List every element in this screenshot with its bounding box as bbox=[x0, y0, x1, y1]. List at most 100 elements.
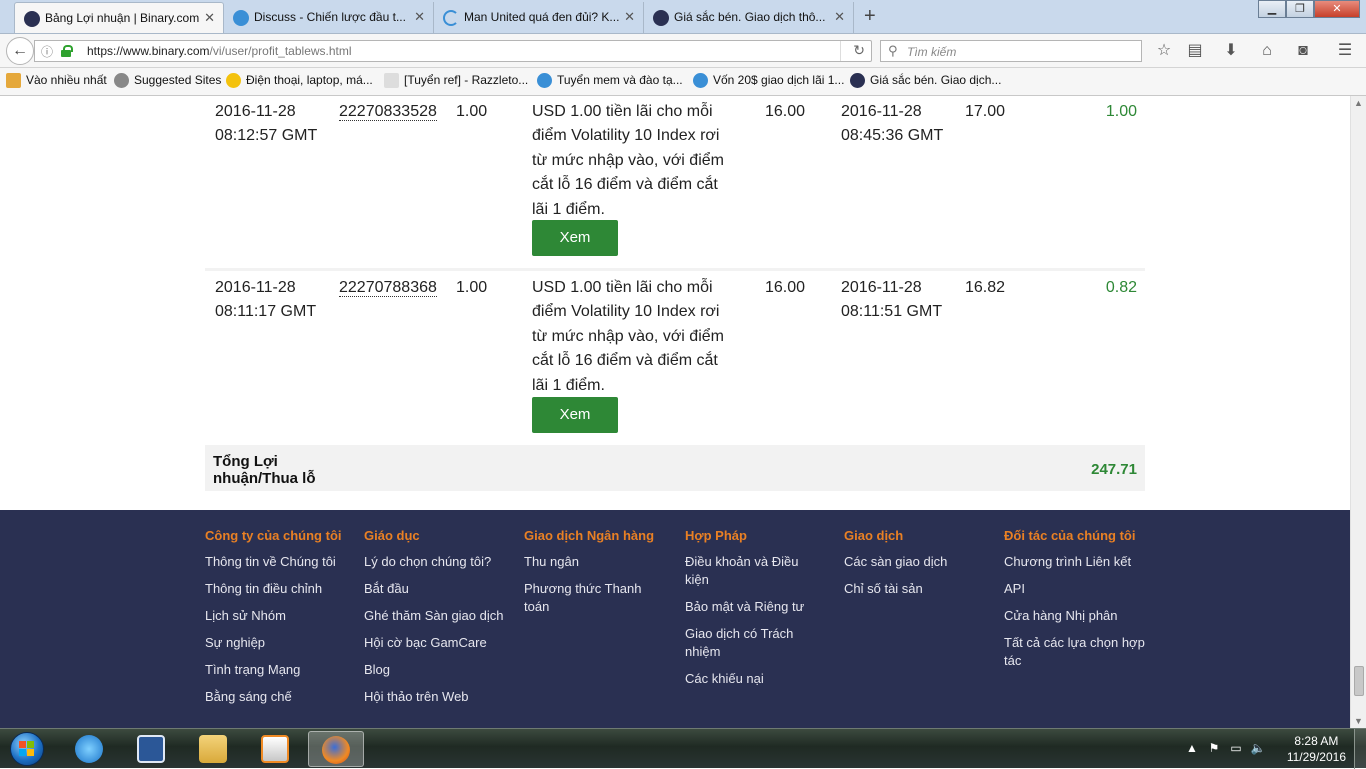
footer-link[interactable]: Lý do chọn chúng tôi? bbox=[364, 553, 514, 571]
close-window-button[interactable]: ✕ bbox=[1314, 0, 1360, 18]
lock-icon bbox=[61, 45, 73, 57]
minimize-button[interactable]: ▁ bbox=[1258, 0, 1286, 18]
info-icon[interactable]: ⓘ bbox=[41, 43, 53, 60]
close-icon[interactable]: ✕ bbox=[414, 2, 425, 32]
footer-link[interactable]: Thông tin điều chỉnh bbox=[205, 580, 355, 598]
view-button[interactable]: Xem bbox=[532, 397, 618, 433]
forum-favicon-icon bbox=[693, 73, 708, 88]
footer-column-company: Công ty của chúng tôi Thông tin về Chúng… bbox=[205, 528, 355, 715]
pocket-icon[interactable]: ◙ bbox=[1293, 41, 1313, 61]
explorer-folder-icon bbox=[199, 735, 227, 763]
taskbar-firefox[interactable] bbox=[308, 731, 364, 767]
total-label: Tổng Lợi nhuận/Thua lỗ bbox=[213, 453, 316, 487]
table-row: 2016-11-28 08:12:57 GMT 22270833528 1.00 … bbox=[205, 96, 1145, 266]
tab-gia-sac-ben[interactable]: Giá sắc bén. Giao dịch thô... ✕ bbox=[644, 2, 854, 33]
taskbar-explorer[interactable] bbox=[186, 731, 242, 767]
system-clock[interactable]: 8:28 AM 11/29/2016 bbox=[1287, 733, 1346, 765]
home-icon[interactable]: ⌂ bbox=[1257, 41, 1277, 61]
vertical-scrollbar[interactable]: ▲ ▼ bbox=[1350, 96, 1366, 728]
footer-link[interactable]: Ghé thăm Sàn giao dịch bbox=[364, 607, 514, 625]
taskbar-word[interactable] bbox=[124, 731, 180, 767]
contract-description: USD 1.00 tiền lãi cho mỗi điểm Volatilit… bbox=[532, 279, 724, 394]
scrollbar-thumb[interactable] bbox=[1354, 666, 1364, 696]
show-desktop-button[interactable] bbox=[1354, 729, 1366, 769]
start-button[interactable] bbox=[6, 731, 48, 767]
maximize-button[interactable]: ❐ bbox=[1286, 0, 1314, 18]
bookmark-gia-sac-ben[interactable]: Giá sắc bén. Giao dịch... bbox=[850, 73, 1001, 88]
footer-link[interactable]: Chương trình Liên kết bbox=[1004, 553, 1146, 571]
footer-column-partners: Đối tác của chúng tôi Chương trình Liên … bbox=[1004, 528, 1146, 679]
footer-link[interactable]: Tình trạng Mạng bbox=[205, 661, 355, 679]
footer-link[interactable]: Phương thức Thanh toán bbox=[524, 580, 654, 616]
scroll-down-icon[interactable]: ▼ bbox=[1354, 716, 1363, 726]
close-icon[interactable]: ✕ bbox=[834, 2, 845, 32]
tab-title: Man United quá đen đủi? K... bbox=[464, 10, 620, 24]
bookmark-star-icon[interactable]: ☆ bbox=[1154, 41, 1174, 61]
bookmarks-toolbar: Vào nhiều nhất Suggested Sites Điện thoạ… bbox=[0, 68, 1366, 96]
footer-column-education: Giáo dục Lý do chọn chúng tôi? Bắt đầu G… bbox=[364, 528, 514, 715]
bookmark-tuyen-ref[interactable]: [Tuyển ref] - Razzleto... bbox=[384, 73, 528, 88]
reading-list-icon[interactable]: ▤ bbox=[1185, 41, 1205, 61]
internet-explorer-icon bbox=[75, 735, 103, 763]
volume-muted-icon[interactable]: 🔈 bbox=[1250, 740, 1266, 756]
url-divider bbox=[840, 41, 841, 61]
footer-link[interactable]: Thu ngân bbox=[524, 553, 654, 571]
footer-link[interactable]: Bắt đầu bbox=[364, 580, 514, 598]
search-input[interactable]: ⚲ Tìm kiếm bbox=[880, 40, 1142, 62]
footer-column-banking: Giao dịch Ngân hàng Thu ngân Phương thức… bbox=[524, 528, 654, 625]
footer-link[interactable]: Hội thảo trên Web bbox=[364, 688, 514, 706]
footer-link[interactable]: API bbox=[1004, 580, 1146, 598]
footer-link[interactable]: Các khiếu nại bbox=[685, 670, 825, 688]
footer-link[interactable]: Giao dịch có Trách nhiệm bbox=[685, 625, 825, 661]
sale-date-cell: 2016-11-28 08:11:51 GMT bbox=[841, 279, 943, 321]
action-center-icon[interactable]: ⚑ bbox=[1206, 740, 1222, 756]
close-icon[interactable]: ✕ bbox=[204, 3, 215, 33]
scroll-up-icon[interactable]: ▲ bbox=[1354, 98, 1363, 108]
footer-link[interactable]: Chỉ số tài sản bbox=[844, 580, 994, 598]
footer-link[interactable]: Điều khoản và Điều kiện bbox=[685, 553, 825, 589]
taskbar-media-player[interactable] bbox=[248, 731, 304, 767]
binary-favicon-icon bbox=[24, 11, 40, 27]
page-content: 2016-11-28 08:12:57 GMT 22270833528 1.00 … bbox=[0, 96, 1350, 728]
taskbar-internet-explorer[interactable] bbox=[62, 731, 118, 767]
bookmark-suggested-sites[interactable]: Suggested Sites bbox=[114, 73, 221, 88]
bookmark-von-20[interactable]: Vốn 20$ giao dịch lãi 1... bbox=[693, 73, 844, 88]
footer-link[interactable]: Các sàn giao dịch bbox=[844, 553, 994, 571]
download-icon[interactable]: ⬇ bbox=[1221, 41, 1241, 61]
bookmark-tuyen-mem[interactable]: Tuyển mem và đào tạ... bbox=[537, 73, 683, 88]
loading-spinner-icon bbox=[443, 10, 459, 26]
ref-id-link[interactable]: 22270833528 bbox=[339, 100, 437, 124]
footer-link[interactable]: Sự nghiệp bbox=[205, 634, 355, 652]
footer-link[interactable]: Thông tin về Chúng tôi bbox=[205, 553, 355, 571]
footer-link[interactable]: Lịch sử Nhóm bbox=[205, 607, 355, 625]
total-value: 247.71 bbox=[1091, 461, 1137, 478]
bookmark-most-visited[interactable]: Vào nhiều nhất bbox=[6, 73, 107, 88]
barrier-price-cell: 16.00 bbox=[765, 103, 806, 120]
windows-taskbar: ▲ ⚑ ▭ 🔈 8:28 AM 11/29/2016 bbox=[0, 728, 1366, 769]
ref-id-link[interactable]: 22270788368 bbox=[339, 276, 437, 300]
footer-heading: Giao dịch bbox=[844, 528, 904, 543]
show-hidden-icons-icon[interactable]: ▲ bbox=[1184, 740, 1200, 756]
new-tab-button[interactable]: + bbox=[864, 4, 876, 28]
view-button[interactable]: Xem bbox=[532, 220, 618, 256]
network-icon[interactable]: ▭ bbox=[1228, 740, 1244, 756]
bookmark-dien-thoai[interactable]: Điện thoại, laptop, má... bbox=[226, 73, 373, 88]
tab-binary-profit-table[interactable]: Bảng Lợi nhuận | Binary.com ✕ bbox=[14, 2, 224, 33]
footer-link[interactable]: Blog bbox=[364, 661, 514, 679]
url-bar[interactable]: ⓘ https://www.binary.com/vi/user/profit_… bbox=[34, 40, 872, 62]
footer-link[interactable]: Tất cả các lựa chọn hợp tác bbox=[1004, 634, 1146, 670]
back-button[interactable]: ← bbox=[6, 37, 34, 65]
footer-link[interactable]: Bảo mật và Riêng tư bbox=[685, 598, 825, 616]
footer-link[interactable]: Cửa hàng Nhị phân bbox=[1004, 607, 1146, 625]
close-icon[interactable]: ✕ bbox=[624, 2, 635, 32]
menu-icon[interactable]: ☰ bbox=[1335, 41, 1355, 61]
system-tray: ▲ ⚑ ▭ 🔈 8:28 AM 11/29/2016 bbox=[1166, 729, 1366, 769]
footer-link[interactable]: Bằng sáng chế bbox=[205, 688, 355, 706]
tab-discuss[interactable]: Discuss - Chiến lược đầu t... ✕ bbox=[224, 2, 434, 33]
page-icon bbox=[384, 73, 399, 88]
window-controls: ▁ ❐ ✕ bbox=[1258, 0, 1360, 18]
footer-link[interactable]: Hội cờ bạc GamCare bbox=[364, 634, 514, 652]
tab-man-united[interactable]: Man United quá đen đủi? K... ✕ bbox=[434, 2, 644, 33]
profit-loss-cell: 1.00 bbox=[1105, 103, 1137, 120]
reload-icon[interactable]: ↻ bbox=[853, 42, 865, 59]
